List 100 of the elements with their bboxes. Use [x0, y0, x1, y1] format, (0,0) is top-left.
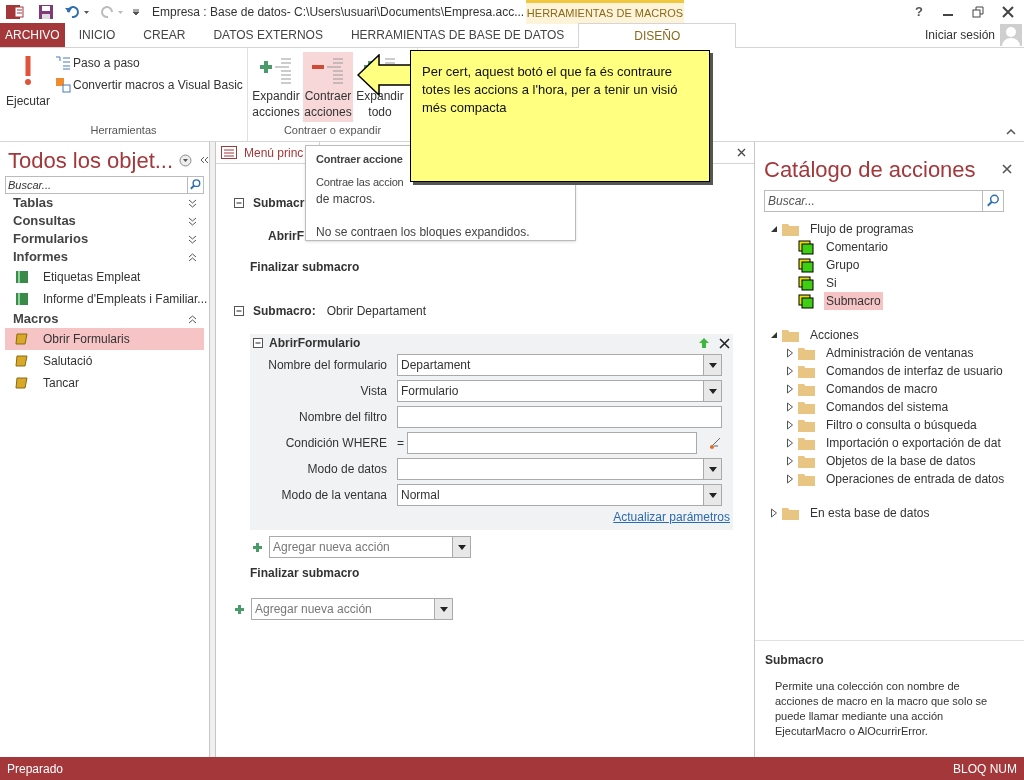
close-icon[interactable] — [1002, 164, 1012, 174]
nav-item[interactable]: Tancar — [5, 372, 204, 394]
builder-icon[interactable] — [708, 436, 722, 450]
action-icon — [798, 293, 814, 309]
folder-item[interactable]: Filtro o consulta o búsqueda — [824, 416, 979, 434]
folder-item[interactable]: Comandos de macro — [824, 380, 940, 398]
action-item[interactable]: Submacro — [824, 292, 883, 310]
dropdown-circle-icon[interactable] — [179, 153, 193, 167]
group-header[interactable]: Formularios — [13, 229, 89, 249]
folder-item[interactable]: Comandos de interfaz de usuario — [824, 362, 1005, 380]
close-icon[interactable] — [737, 148, 746, 157]
group-label: Contraer o expandir — [282, 123, 383, 138]
expanded-triangle-icon[interactable] — [770, 331, 778, 339]
group-header[interactable]: Consultas — [13, 211, 76, 231]
equals-sign: = — [397, 435, 404, 452]
expand-chevron-icon[interactable] — [188, 234, 197, 244]
ribbon-tab[interactable]: HERRAMIENTAS DE BASE DE DATOS — [336, 23, 579, 47]
folder-item[interactable]: Operaciones de entrada de datos — [824, 470, 1007, 488]
convert-icon — [55, 77, 72, 93]
ribbon-tab[interactable]: DATOS EXTERNOS — [199, 23, 337, 47]
text-field[interactable] — [397, 406, 722, 428]
group-header[interactable]: Informes — [13, 247, 68, 267]
collapsed-triangle-icon[interactable] — [786, 402, 794, 412]
parameter-label: Condición WHERE — [284, 435, 388, 452]
help-button[interactable]: ? — [905, 2, 933, 22]
restore-icon[interactable] — [972, 6, 984, 18]
collapsed-triangle-icon[interactable] — [786, 474, 794, 484]
action-icon — [798, 239, 814, 255]
folder-item[interactable]: En esta base de datos — [808, 504, 932, 522]
add-action-dropdown[interactable]: Agregar nueva acción — [269, 536, 471, 558]
undo-icon[interactable] — [64, 5, 90, 19]
dropdown-field[interactable] — [397, 458, 722, 480]
collapsed-triangle-icon[interactable] — [786, 438, 794, 448]
collapsed-triangle-icon[interactable] — [786, 420, 794, 430]
ribbon-tab[interactable]: INICIO — [64, 23, 130, 47]
search-field[interactable]: Buscar... — [764, 190, 1004, 212]
search-field[interactable]: Buscar... — [5, 176, 204, 194]
expand-chevron-icon[interactable] — [188, 216, 197, 226]
collapsed-triangle-icon[interactable] — [786, 366, 794, 376]
collapsed-triangle-icon[interactable] — [786, 348, 794, 358]
folder-item[interactable]: Flujo de programas — [808, 220, 916, 238]
status-text: Preparado — [7, 760, 64, 778]
ribbon-button[interactable]: Paso a paso — [55, 54, 243, 72]
collapsed-triangle-icon[interactable] — [770, 508, 778, 518]
dropdown-field[interactable]: Departament — [397, 354, 722, 376]
sign-in-link[interactable]: Iniciar sesión — [924, 23, 995, 47]
folder-icon — [798, 400, 815, 414]
collapsed-triangle-icon[interactable] — [786, 456, 794, 466]
tooltip-text: de macros. — [316, 191, 377, 208]
nav-item[interactable]: Obrir Formularis — [5, 328, 204, 350]
folder-item[interactable]: Acciones — [808, 326, 861, 344]
collapse-chevron-icon[interactable] — [188, 314, 197, 324]
save-icon[interactable] — [38, 4, 54, 20]
run-button[interactable]: Ejecutar — [3, 52, 54, 116]
scroll-icon — [15, 376, 29, 390]
action-name[interactable]: AbrirF — [268, 227, 304, 245]
delete-icon[interactable] — [719, 337, 730, 349]
ribbon-tab[interactable]: CREAR — [129, 23, 200, 47]
folder-icon — [798, 346, 815, 360]
dropdown-field[interactable]: Normal — [397, 484, 722, 506]
folder-icon — [798, 472, 815, 486]
update-parameters-link[interactable]: Actualizar parámetros — [613, 508, 730, 526]
folder-icon — [782, 328, 799, 342]
expand-chevron-icon[interactable] — [188, 198, 197, 208]
end-submacro-label: Finalizar submacro — [250, 259, 361, 276]
close-icon[interactable] — [1002, 6, 1014, 18]
submacro-label: Submacr — [253, 195, 305, 212]
collapse-icon[interactable] — [234, 306, 244, 316]
folder-item[interactable]: Objetos de la base de datos — [824, 452, 978, 470]
collapse-chevron-icon[interactable] — [188, 252, 197, 262]
collapse-icon[interactable] — [253, 338, 263, 348]
folder-item[interactable]: Administración de ventanas — [824, 344, 976, 362]
group-header[interactable]: Tablas — [13, 193, 54, 213]
file-tab[interactable]: ARCHIVO — [0, 23, 65, 47]
group-header[interactable]: Macros — [13, 309, 59, 329]
ribbon-button[interactable]: Convertir macros a Visual Basic — [55, 76, 243, 94]
condition-field[interactable] — [407, 432, 697, 454]
search-icon[interactable] — [187, 177, 203, 193]
add-icon[interactable] — [234, 603, 245, 615]
scroll-icon — [15, 354, 29, 368]
expanded-triangle-icon[interactable] — [770, 225, 778, 233]
add-icon[interactable] — [252, 541, 263, 553]
collapsed-triangle-icon[interactable] — [786, 384, 794, 394]
collapse-ribbon-icon[interactable] — [1006, 129, 1016, 135]
action-item[interactable]: Si — [824, 274, 839, 292]
nav-item[interactable]: Salutació — [5, 350, 204, 372]
ribbon-button[interactable]: Expandir acciones — [251, 52, 301, 122]
description-text: Permite una colección con nombre de acciones de macro en la macro que solo se puede llamar mediante una acción EjecutarMacro o AlOcurrirError. — [774, 679, 989, 739]
dropdown-field[interactable]: Formulario — [397, 380, 722, 402]
action-item[interactable]: Grupo — [824, 256, 862, 274]
add-action-dropdown[interactable]: Agregar nueva acción — [251, 598, 453, 620]
folder-item[interactable]: Comandos del sistema — [824, 398, 951, 416]
ribbon-tab[interactable]: DISEÑO — [578, 23, 737, 48]
collapse-pane-icon[interactable] — [199, 156, 209, 164]
folder-item[interactable]: Importación o exportación de dat — [824, 434, 1003, 452]
nav-item[interactable]: Etiquetas Empleat — [5, 266, 204, 288]
action-item[interactable]: Comentario — [824, 238, 891, 256]
ribbon-button[interactable]: Contraer acciones — [303, 52, 353, 122]
collapse-icon[interactable] — [234, 198, 244, 208]
customize-toolbar-icon[interactable] — [132, 8, 140, 16]
